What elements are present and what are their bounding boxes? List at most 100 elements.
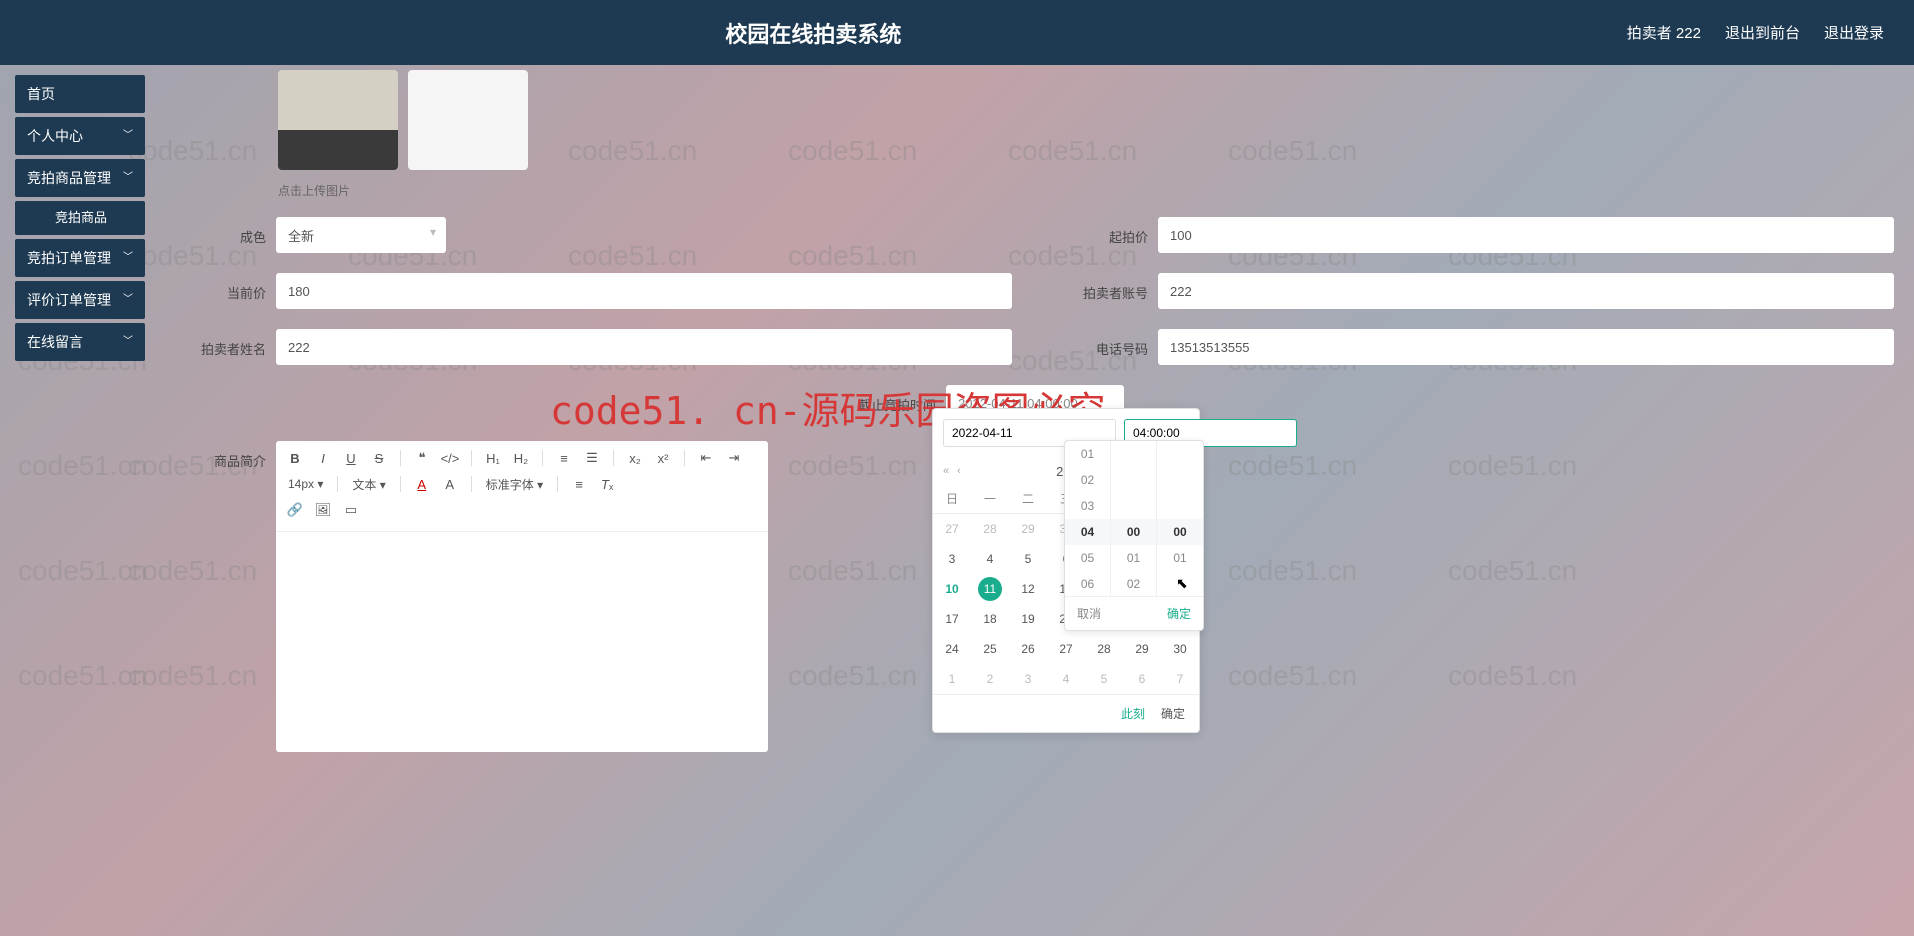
font-color-icon[interactable]: A [411, 473, 433, 495]
prev-month-icon[interactable]: ‹ [957, 465, 961, 477]
sidebar-auction-goods[interactable]: 竞拍商品 [15, 201, 145, 235]
time-option[interactable]: 01 [1111, 545, 1156, 571]
image-icon[interactable]: 🖼 [312, 499, 334, 521]
product-image[interactable] [278, 70, 398, 170]
prev-year-icon[interactable]: « [943, 465, 949, 477]
sidebar-order-mgmt[interactable]: 竞拍订单管理﹀ [15, 239, 145, 277]
current-price-label: 当前价 [190, 273, 276, 302]
text-style-select[interactable]: 文本 ▾ [348, 476, 389, 493]
time-cancel-button[interactable]: 取消 [1077, 605, 1101, 622]
current-price-input[interactable] [276, 273, 1012, 309]
ol-icon[interactable]: ≡ [553, 447, 575, 469]
calendar-day[interactable]: 6 [1123, 664, 1161, 694]
calendar-day[interactable]: 29 [1123, 634, 1161, 664]
header-user[interactable]: 拍卖者 222 [1627, 22, 1701, 43]
calendar-day[interactable]: 2 [971, 664, 1009, 694]
font-family-select[interactable]: 标准字体 ▾ [482, 476, 547, 493]
upload-image-box[interactable] [408, 70, 528, 170]
sidebar-home[interactable]: 首页 [15, 75, 145, 113]
bg-color-icon[interactable]: A [439, 473, 461, 495]
calendar-day[interactable]: 4 [971, 544, 1009, 574]
sidebar-personal[interactable]: 个人中心﹀ [15, 117, 145, 155]
time-option[interactable]: 05 [1065, 545, 1110, 571]
time-option[interactable]: 00 [1157, 519, 1203, 545]
calendar-day[interactable]: 27 [933, 514, 971, 544]
underline-icon[interactable]: U [340, 447, 362, 469]
outdent-icon[interactable]: ⇥ [723, 447, 745, 469]
time-option[interactable] [1111, 441, 1156, 467]
calendar-day[interactable]: 1 [933, 664, 971, 694]
seller-name-input[interactable] [276, 329, 1012, 365]
calendar-day[interactable]: 19 [1009, 604, 1047, 634]
align-icon[interactable]: ≡ [568, 473, 590, 495]
h2-icon[interactable]: H₂ [510, 447, 532, 469]
link-icon[interactable]: 🔗 [284, 499, 306, 521]
calendar-day[interactable]: 3 [1009, 664, 1047, 694]
time-option[interactable]: 02 [1065, 467, 1110, 493]
sup-icon[interactable]: x² [652, 447, 674, 469]
calendar-day[interactable]: 24 [933, 634, 971, 664]
phone-label: 电话号码 [1072, 329, 1158, 358]
logout-link[interactable]: 退出登录 [1824, 22, 1884, 43]
date-ok-button[interactable]: 确定 [1161, 705, 1185, 722]
calendar-day[interactable]: 11 [978, 577, 1002, 601]
calendar-day[interactable]: 3 [933, 544, 971, 574]
calendar-day[interactable]: 29 [1009, 514, 1047, 544]
calendar-day[interactable]: 26 [1009, 634, 1047, 664]
time-option[interactable]: 04 [1065, 519, 1110, 545]
time-option[interactable]: 01 [1065, 441, 1110, 467]
editor-body[interactable] [276, 532, 768, 752]
indent-icon[interactable]: ⇤ [695, 447, 717, 469]
sidebar-message[interactable]: 在线留言﹀ [15, 323, 145, 361]
start-price-input[interactable] [1158, 217, 1894, 253]
calendar-day[interactable]: 27 [1047, 634, 1085, 664]
time-option[interactable]: 00 [1111, 519, 1156, 545]
time-option[interactable]: 01 [1157, 545, 1203, 571]
seller-account-input[interactable] [1158, 273, 1894, 309]
strike-icon[interactable]: S [368, 447, 390, 469]
time-option[interactable] [1111, 467, 1156, 493]
time-option[interactable] [1157, 571, 1203, 596]
calendar-day[interactable]: 17 [933, 604, 971, 634]
calendar-day[interactable]: 28 [971, 514, 1009, 544]
calendar-day[interactable]: 18 [971, 604, 1009, 634]
sidebar-auction-mgmt[interactable]: 竞拍商品管理﹀ [15, 159, 145, 197]
condition-select[interactable] [276, 217, 446, 253]
time-option[interactable]: 03 [1065, 493, 1110, 519]
calendar-day[interactable]: 5 [1009, 544, 1047, 574]
chevron-down-icon: ﹀ [123, 117, 133, 155]
ul-icon[interactable]: ☰ [581, 447, 603, 469]
chevron-down-icon: ﹀ [123, 281, 133, 319]
italic-icon[interactable]: I [312, 447, 334, 469]
calendar-day[interactable]: 4 [1047, 664, 1085, 694]
clear-icon[interactable]: Tₓ [596, 473, 618, 495]
font-size-select[interactable]: 14px ▾ [284, 477, 327, 491]
phone-input[interactable] [1158, 329, 1894, 365]
quote-icon[interactable]: ❝ [411, 447, 433, 469]
now-button[interactable]: 此刻 [1121, 705, 1145, 722]
code-icon[interactable]: </> [439, 447, 461, 469]
time-option[interactable] [1157, 441, 1203, 467]
time-picker-panel: 0102030405060001020001 取消 确定 [1064, 440, 1204, 631]
calendar-day[interactable]: 5 [1085, 664, 1123, 694]
calendar-day[interactable]: 10 [933, 574, 971, 604]
editor: B I U S ❝ </> H₁ H₂ ≡ ☰ [276, 441, 768, 752]
calendar-day[interactable]: 7 [1161, 664, 1199, 694]
calendar-day[interactable]: 30 [1161, 634, 1199, 664]
calendar-day[interactable]: 12 [1009, 574, 1047, 604]
time-option[interactable] [1157, 467, 1203, 493]
h1-icon[interactable]: H₁ [482, 447, 504, 469]
sidebar-review-mgmt[interactable]: 评价订单管理﹀ [15, 281, 145, 319]
weekday-label: 一 [971, 490, 1009, 507]
calendar-day[interactable]: 28 [1085, 634, 1123, 664]
time-option[interactable] [1157, 493, 1203, 519]
time-ok-button[interactable]: 确定 [1167, 605, 1191, 622]
time-option[interactable] [1111, 493, 1156, 519]
bold-icon[interactable]: B [284, 447, 306, 469]
video-icon[interactable]: ▭ [340, 499, 362, 521]
sub-icon[interactable]: x₂ [624, 447, 646, 469]
time-option[interactable]: 02 [1111, 571, 1156, 596]
time-option[interactable]: 06 [1065, 571, 1110, 596]
calendar-day[interactable]: 25 [971, 634, 1009, 664]
logout-front-link[interactable]: 退出到前台 [1725, 22, 1800, 43]
